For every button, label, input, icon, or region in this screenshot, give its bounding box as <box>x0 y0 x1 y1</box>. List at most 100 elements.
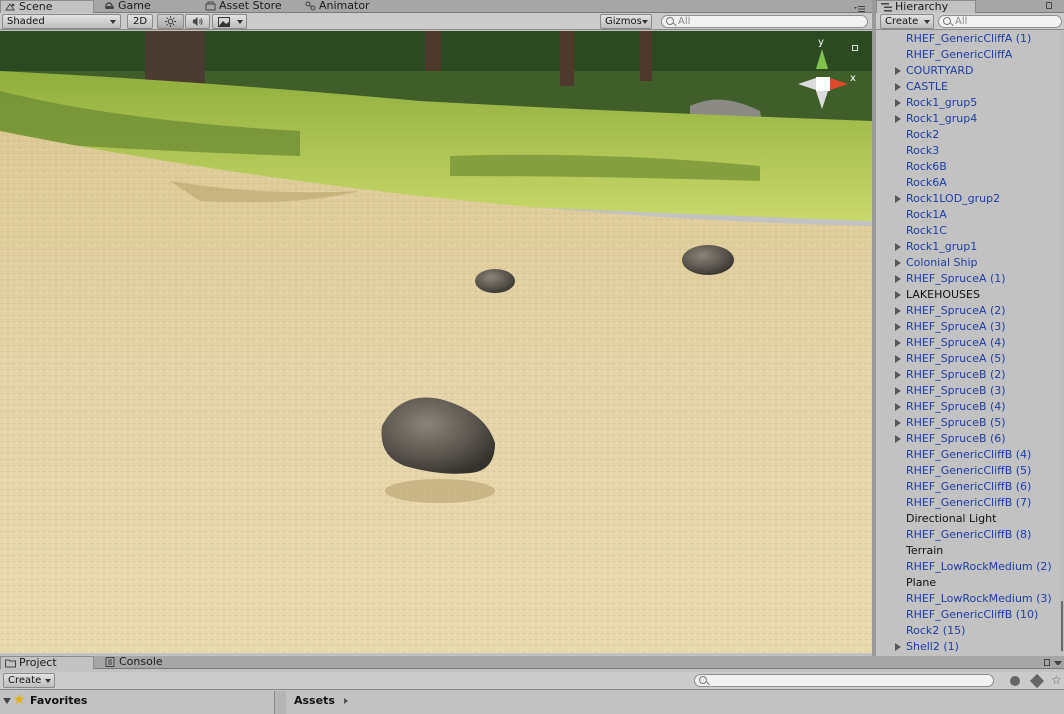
tab-animator[interactable]: Animator <box>301 0 401 13</box>
hierarchy-item[interactable]: RHEF_GenericCliffB (7) <box>876 495 1062 511</box>
hierarchy-item[interactable]: Rock1_grup4 <box>876 111 1062 127</box>
tab-console[interactable]: Console <box>101 656 197 669</box>
gizmos-dropdown[interactable]: Gizmos <box>600 14 652 29</box>
hierarchy-item[interactable]: Rock2 <box>876 127 1062 143</box>
hierarchy-item[interactable]: Rock3 <box>876 143 1062 159</box>
hierarchy-item[interactable]: CASTLE <box>876 79 1062 95</box>
hierarchy-item[interactable]: RHEF_GenericCliffB (8) <box>876 527 1062 543</box>
project-splitter[interactable] <box>274 691 286 714</box>
hierarchy-search-input[interactable]: All <box>938 15 1062 28</box>
hierarchy-item[interactable]: Rock6B <box>876 159 1062 175</box>
tab-game[interactable]: Game <box>100 0 196 13</box>
hierarchy-item[interactable]: COURTYARD <box>876 63 1062 79</box>
hierarchy-item[interactable]: RHEF_SpruceB (2) <box>876 367 1062 383</box>
hierarchy-create-dropdown[interactable]: Create <box>880 14 934 29</box>
tab-scene-label: Scene <box>19 0 53 13</box>
scene-viewport[interactable]: y x <box>0 31 872 653</box>
hierarchy-item[interactable]: Rock1C <box>876 223 1062 239</box>
shading-mode-dropdown[interactable]: Shaded <box>2 14 121 29</box>
hierarchy-item[interactable]: RHEF_SpruceB (5) <box>876 415 1062 431</box>
hierarchy-item[interactable]: Rock1A <box>876 207 1062 223</box>
hierarchy-item[interactable]: RHEF_LowRockMedium (3) <box>876 591 1062 607</box>
hierarchy-item[interactable]: RHEF_SpruceA (2) <box>876 303 1062 319</box>
hierarchy-item[interactable]: RHEF_GenericCliffB (6) <box>876 479 1062 495</box>
panel-menu-icon[interactable] <box>854 3 866 12</box>
hierarchy-item[interactable]: Terrain <box>876 543 1062 559</box>
expand-arrow-icon[interactable] <box>895 83 901 91</box>
project-create-dropdown[interactable]: Create <box>3 673 55 688</box>
hierarchy-item[interactable]: Shell2 (1) <box>876 639 1062 653</box>
expand-arrow-icon[interactable] <box>895 355 901 363</box>
expand-arrow-icon[interactable] <box>895 291 901 299</box>
toggle-2d-button[interactable]: 2D <box>127 14 153 29</box>
expand-arrow-icon[interactable] <box>895 115 901 123</box>
expand-arrow-icon[interactable] <box>895 323 901 331</box>
hierarchy-item[interactable]: Plane <box>876 575 1062 591</box>
expand-arrow-icon[interactable] <box>895 403 901 411</box>
hierarchy-item[interactable]: RHEF_SpruceB (3) <box>876 383 1062 399</box>
toggle-2d-label: 2D <box>132 16 148 27</box>
hierarchy-item[interactable]: RHEF_SpruceA (5) <box>876 351 1062 367</box>
hierarchy-scrollbar[interactable] <box>1060 31 1064 653</box>
expand-arrow-icon[interactable] <box>895 307 901 315</box>
hierarchy-item[interactable]: RHEF_SpruceB (6) <box>876 431 1062 447</box>
hierarchy-item[interactable]: Colonial Ship <box>876 255 1062 271</box>
hierarchy-item[interactable]: Rock1LOD_grup2 <box>876 191 1062 207</box>
expand-arrow-icon[interactable] <box>895 195 901 203</box>
scene-orientation-gizmo[interactable]: y x <box>790 37 862 109</box>
project-search-input[interactable] <box>694 674 994 687</box>
expand-arrow-icon[interactable] <box>895 419 901 427</box>
audio-toggle-button[interactable] <box>185 14 210 29</box>
hierarchy-item[interactable]: RHEF_GenericCliffA (1) <box>876 31 1062 47</box>
hierarchy-item[interactable]: RHEF_GenericCliffB (5) <box>876 463 1062 479</box>
lock-icon[interactable] <box>1046 2 1052 9</box>
assets-breadcrumb[interactable]: Assets <box>294 694 349 707</box>
hierarchy-item[interactable]: Directional Light <box>876 511 1062 527</box>
hierarchy-item[interactable]: LAKEHOUSES <box>876 287 1062 303</box>
favorites-row[interactable]: ★ Favorites <box>0 692 270 709</box>
filter-by-label-icon[interactable] <box>1029 673 1045 689</box>
hierarchy-item[interactable]: RHEF_GenericCliffB (4) <box>876 447 1062 463</box>
expand-arrow-icon[interactable] <box>895 371 901 379</box>
hierarchy-create-label: Create <box>885 16 919 27</box>
tab-project[interactable]: Project <box>0 656 94 669</box>
expand-arrow-icon[interactable] <box>895 67 901 75</box>
console-icon <box>105 657 115 667</box>
lighting-toggle-button[interactable] <box>157 14 184 29</box>
expand-arrow-icon[interactable] <box>895 243 901 251</box>
hierarchy-item[interactable]: Rock6A <box>876 175 1062 191</box>
expand-arrow-icon[interactable] <box>895 339 901 347</box>
hierarchy-item[interactable]: RHEF_LowRockMedium (2) <box>876 559 1062 575</box>
panel-menu-icon[interactable] <box>1054 661 1062 665</box>
expand-arrow-icon[interactable] <box>895 259 901 267</box>
hierarchy-item[interactable]: RHEF_GenericCliffA <box>876 47 1062 63</box>
effects-dropdown[interactable] <box>212 14 247 29</box>
hierarchy-item[interactable]: RHEF_SpruceB (4) <box>876 399 1062 415</box>
expand-arrow-icon[interactable] <box>895 387 901 395</box>
expand-arrow-icon[interactable] <box>895 99 901 107</box>
filter-by-type-icon[interactable] <box>1010 676 1020 686</box>
lock-icon[interactable] <box>852 45 858 51</box>
hierarchy-item-label: RHEF_SpruceA (4) <box>906 336 1006 349</box>
hierarchy-item-label: RHEF_SpruceA (1) <box>906 272 1006 285</box>
hierarchy-item-label: Rock6A <box>906 176 947 189</box>
hierarchy-item[interactable]: RHEF_SpruceA (3) <box>876 319 1062 335</box>
hierarchy-item[interactable]: RHEF_SpruceA (1) <box>876 271 1062 287</box>
expand-arrow-icon[interactable] <box>895 643 901 651</box>
tab-scene[interactable]: Scene <box>0 0 94 13</box>
expand-arrow-icon[interactable] <box>895 275 901 283</box>
lock-icon[interactable] <box>1044 659 1050 666</box>
hierarchy-item[interactable]: Rock1_grup5 <box>876 95 1062 111</box>
hierarchy-item[interactable]: Rock2 (15) <box>876 623 1062 639</box>
hierarchy-item-label: Rock1LOD_grup2 <box>906 192 1001 205</box>
expand-arrow-icon[interactable] <box>895 435 901 443</box>
hierarchy-item[interactable]: Rock1_grup1 <box>876 239 1062 255</box>
tab-asset-store[interactable]: Asset Store <box>201 0 301 13</box>
hierarchy-item[interactable]: RHEF_GenericCliffB (10) <box>876 607 1062 623</box>
star-icon[interactable]: ☆ <box>1051 673 1062 687</box>
scene-search-input[interactable]: All <box>661 15 868 28</box>
tab-project-label: Project <box>19 656 57 669</box>
tab-hierarchy[interactable]: Hierarchy <box>876 0 976 13</box>
hierarchy-item[interactable]: RHEF_SpruceA (4) <box>876 335 1062 351</box>
hierarchy-item-label: RHEF_SpruceB (5) <box>906 416 1006 429</box>
